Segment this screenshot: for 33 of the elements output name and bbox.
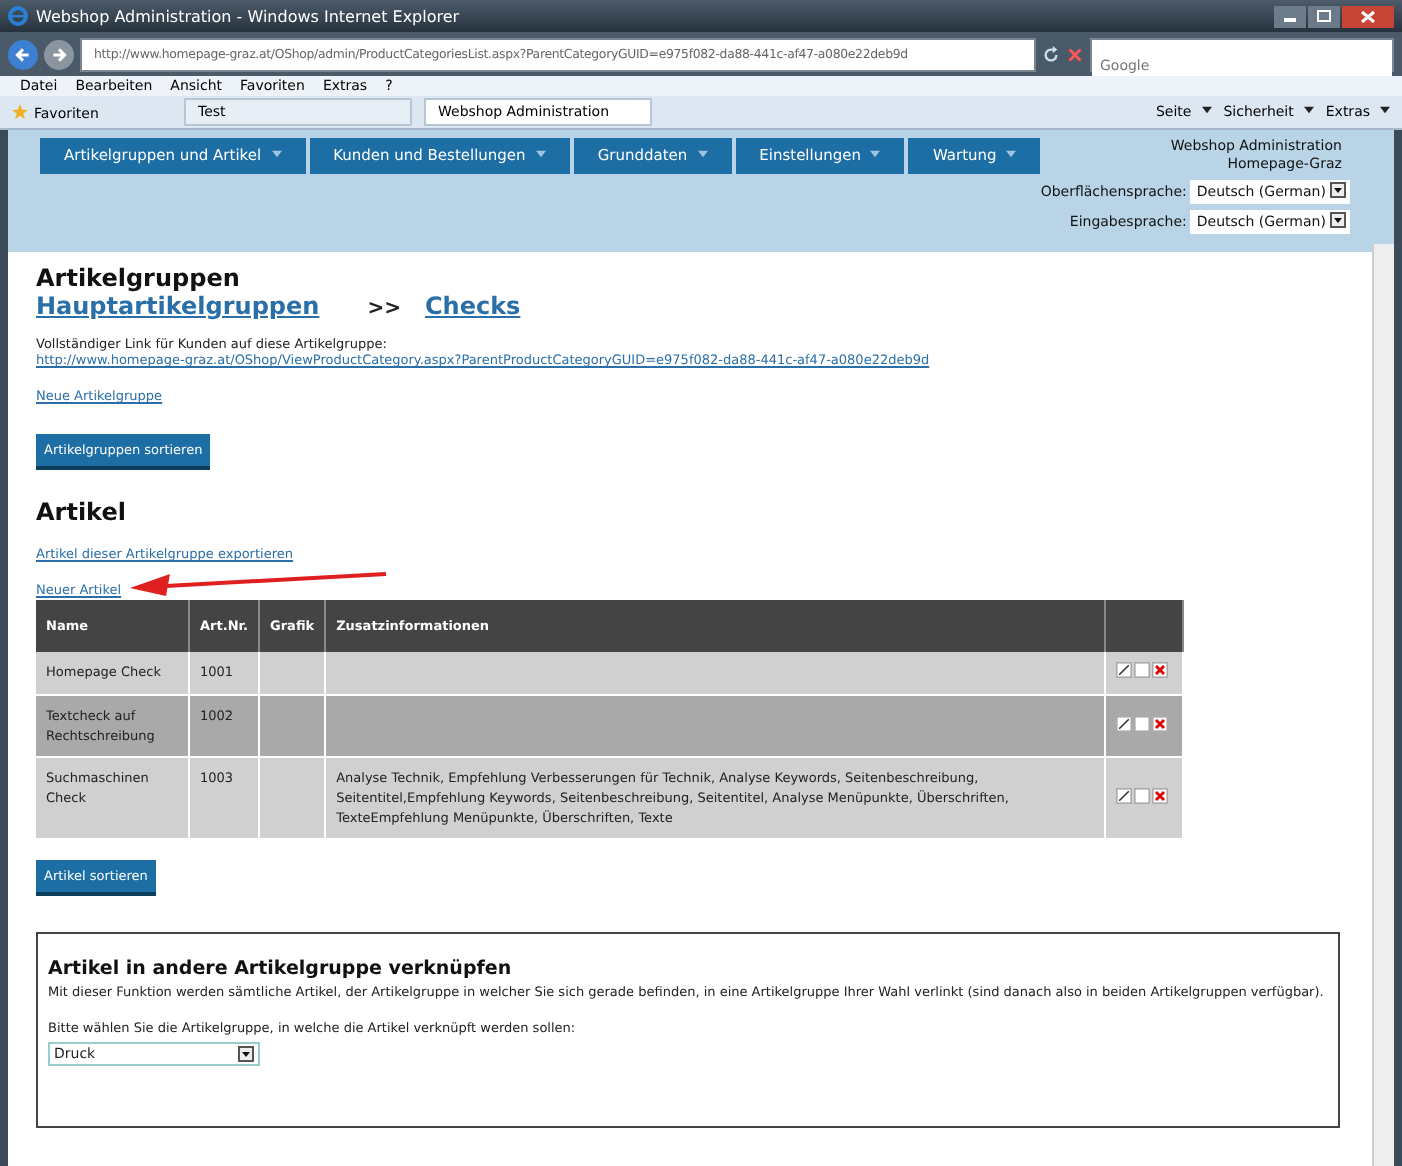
section-heading: Artikelgruppen (36, 264, 240, 292)
delete-icon[interactable] (1152, 662, 1168, 678)
back-button[interactable] (8, 39, 38, 69)
close-button[interactable] (1342, 5, 1394, 27)
refresh-icon[interactable] (1042, 45, 1060, 63)
caret-icon (1380, 106, 1390, 114)
delete-icon[interactable] (1152, 787, 1168, 803)
caret-icon (535, 150, 546, 158)
caret-icon (271, 150, 282, 158)
star-icon (12, 103, 28, 119)
delete-icon[interactable] (1152, 715, 1168, 731)
minimize-button[interactable] (1274, 5, 1306, 27)
caret-icon (1329, 212, 1346, 228)
caret-icon (697, 150, 708, 158)
section-heading: Artikel (36, 498, 126, 526)
caret-icon (1006, 150, 1017, 158)
window-title: Webshop Administration - Windows Internet Explorer (36, 7, 462, 25)
breadcrumb-link[interactable]: Hauptartikelgruppen (36, 292, 320, 320)
edit-icon[interactable] (1116, 715, 1132, 731)
browser-logo-icon (8, 6, 28, 26)
edit-icon[interactable] (1116, 787, 1132, 803)
breadcrumb-separator: >> (367, 298, 401, 320)
edit-icon[interactable] (1116, 662, 1132, 678)
breadcrumb-link[interactable]: Checks (424, 292, 521, 320)
caret-icon (238, 1046, 254, 1062)
scrollbar[interactable] (1372, 244, 1394, 1166)
caret-icon (1329, 182, 1346, 198)
caret-icon (1201, 106, 1212, 114)
panel-heading: Artikel in andere Artikelgruppe verknüpfen (48, 958, 514, 980)
caret-icon (1303, 106, 1314, 114)
forward-button[interactable] (44, 39, 74, 69)
maximize-button[interactable] (1308, 5, 1340, 27)
caret-icon (870, 150, 881, 158)
